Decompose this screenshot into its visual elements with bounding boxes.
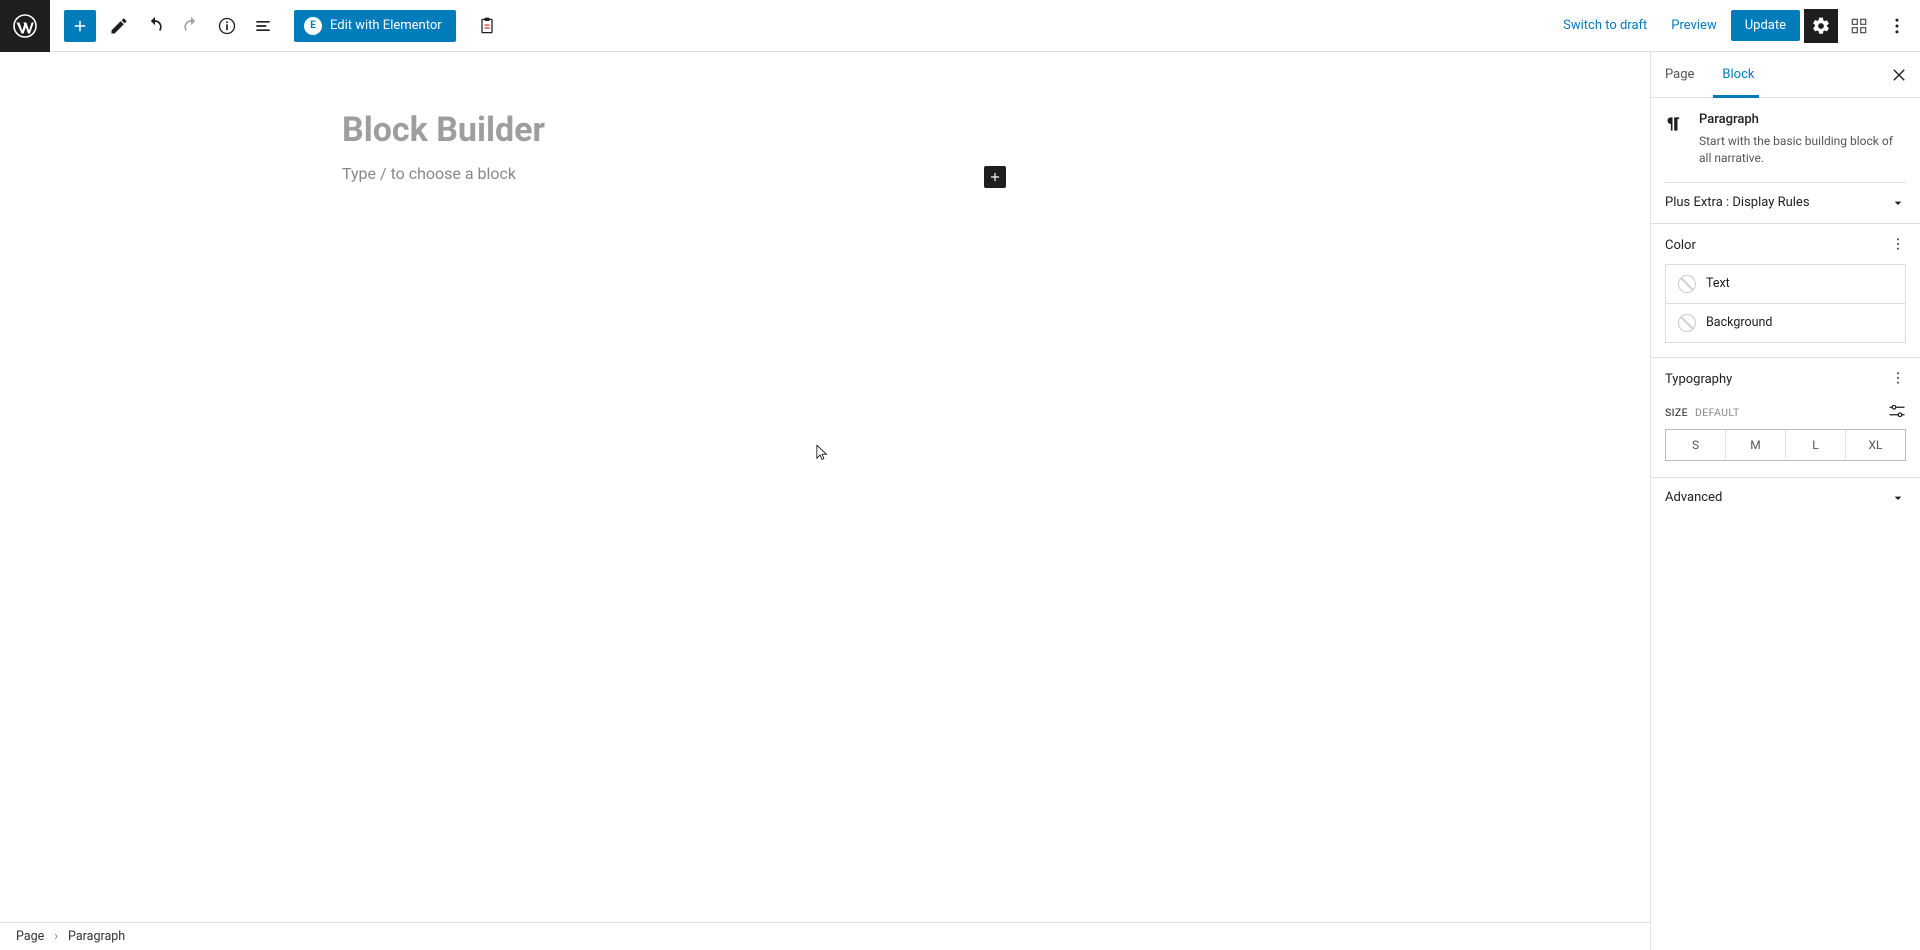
sidebar-tabs: Page Block (1651, 52, 1920, 98)
panel-advanced-label: Advanced (1665, 490, 1722, 505)
swatch-none-icon (1678, 314, 1696, 332)
size-option-l[interactable]: L (1786, 430, 1846, 460)
custom-size-button[interactable] (1888, 404, 1906, 421)
typography-more-button[interactable] (1890, 370, 1906, 390)
editor-canvas[interactable]: Block Builder Type / to choose a block (0, 52, 1700, 922)
panel-typography-header: Typography (1651, 358, 1920, 398)
elementor-icon: E (304, 17, 322, 35)
panel-display-rules-label: Plus Extra : Display Rules (1665, 195, 1810, 210)
more-vertical-icon (1890, 370, 1906, 386)
panel-advanced[interactable]: Advanced (1651, 478, 1920, 518)
close-sidebar-button[interactable] (1882, 58, 1916, 92)
plus-icon (988, 170, 1002, 184)
size-option-xl[interactable]: XL (1846, 430, 1905, 460)
edit-mode-button[interactable] (102, 9, 136, 43)
plugin-icon (1849, 16, 1869, 36)
size-option-m[interactable]: M (1726, 430, 1786, 460)
list-view-icon (253, 16, 273, 36)
breadcrumb: Page › Paragraph (0, 922, 1650, 950)
close-icon (1890, 66, 1908, 84)
more-vertical-icon (1887, 16, 1907, 36)
color-text-label: Text (1706, 276, 1730, 291)
wp-logo[interactable] (0, 0, 50, 52)
update-button[interactable]: Update (1731, 10, 1800, 41)
color-more-button[interactable] (1890, 236, 1906, 256)
color-options: Text Background (1651, 264, 1920, 358)
info-button[interactable] (210, 9, 244, 43)
chevron-down-icon (1890, 490, 1906, 506)
toolbar-left-group: E Edit with Elementor (50, 9, 504, 43)
color-background-button[interactable]: Background (1665, 304, 1906, 343)
inline-add-block-button[interactable] (984, 166, 1006, 188)
wordpress-icon (13, 14, 37, 38)
page-title[interactable]: Block Builder (342, 110, 545, 150)
chevron-down-icon (1890, 195, 1906, 211)
more-options-button[interactable] (1880, 9, 1914, 43)
settings-toggle-button[interactable] (1804, 9, 1838, 43)
mouse-cursor-icon (815, 444, 829, 462)
block-name: Paragraph (1699, 112, 1906, 127)
panel-color-header: Color (1651, 224, 1920, 264)
paste-button[interactable] (470, 9, 504, 43)
breadcrumb-current[interactable]: Paragraph (68, 929, 125, 944)
sliders-icon (1888, 404, 1906, 418)
settings-sidebar: Page Block Paragraph Start with the basi… (1650, 52, 1920, 950)
plugin-panel-button[interactable] (1842, 9, 1876, 43)
tab-page[interactable]: Page (1651, 52, 1708, 97)
color-text-button[interactable]: Text (1665, 264, 1906, 304)
swatch-none-icon (1678, 275, 1696, 293)
list-view-button[interactable] (246, 9, 280, 43)
gear-icon (1811, 16, 1831, 36)
panel-display-rules[interactable]: Plus Extra : Display Rules (1651, 183, 1920, 224)
font-size-options: S M L XL (1665, 429, 1906, 461)
pencil-icon (109, 16, 129, 36)
typography-controls: SIZE DEFAULT S M L XL (1651, 398, 1920, 478)
color-background-label: Background (1706, 315, 1772, 330)
clipboard-icon (477, 15, 497, 37)
panel-typography-label: Typography (1665, 372, 1732, 387)
add-block-button[interactable] (64, 10, 96, 42)
info-icon (217, 16, 237, 36)
block-description: Start with the basic building block of a… (1699, 133, 1906, 168)
plus-icon (71, 17, 89, 35)
breadcrumb-root[interactable]: Page (16, 929, 44, 944)
editor-toolbar: E Edit with Elementor Switch to draft Pr… (0, 0, 1920, 52)
more-vertical-icon (1890, 236, 1906, 252)
size-option-s[interactable]: S (1666, 430, 1726, 460)
size-default-label: DEFAULT (1695, 406, 1740, 419)
preview-button[interactable]: Preview (1661, 10, 1726, 41)
redo-button[interactable] (174, 9, 208, 43)
edit-with-elementor-button[interactable]: E Edit with Elementor (294, 10, 456, 42)
block-placeholder[interactable]: Type / to choose a block (342, 164, 516, 183)
toolbar-right-group: Switch to draft Preview Update (1553, 9, 1920, 43)
size-label: SIZE (1665, 406, 1688, 419)
edit-with-elementor-label: Edit with Elementor (330, 18, 442, 33)
panel-color-label: Color (1665, 238, 1696, 253)
undo-button[interactable] (138, 9, 172, 43)
paragraph-icon (1665, 112, 1687, 168)
tab-block[interactable]: Block (1708, 52, 1768, 97)
chevron-right-icon: › (54, 929, 58, 944)
redo-icon (181, 16, 201, 36)
block-description-panel: Paragraph Start with the basic building … (1651, 98, 1920, 183)
undo-icon (145, 16, 165, 36)
switch-to-draft-button[interactable]: Switch to draft (1553, 10, 1657, 41)
